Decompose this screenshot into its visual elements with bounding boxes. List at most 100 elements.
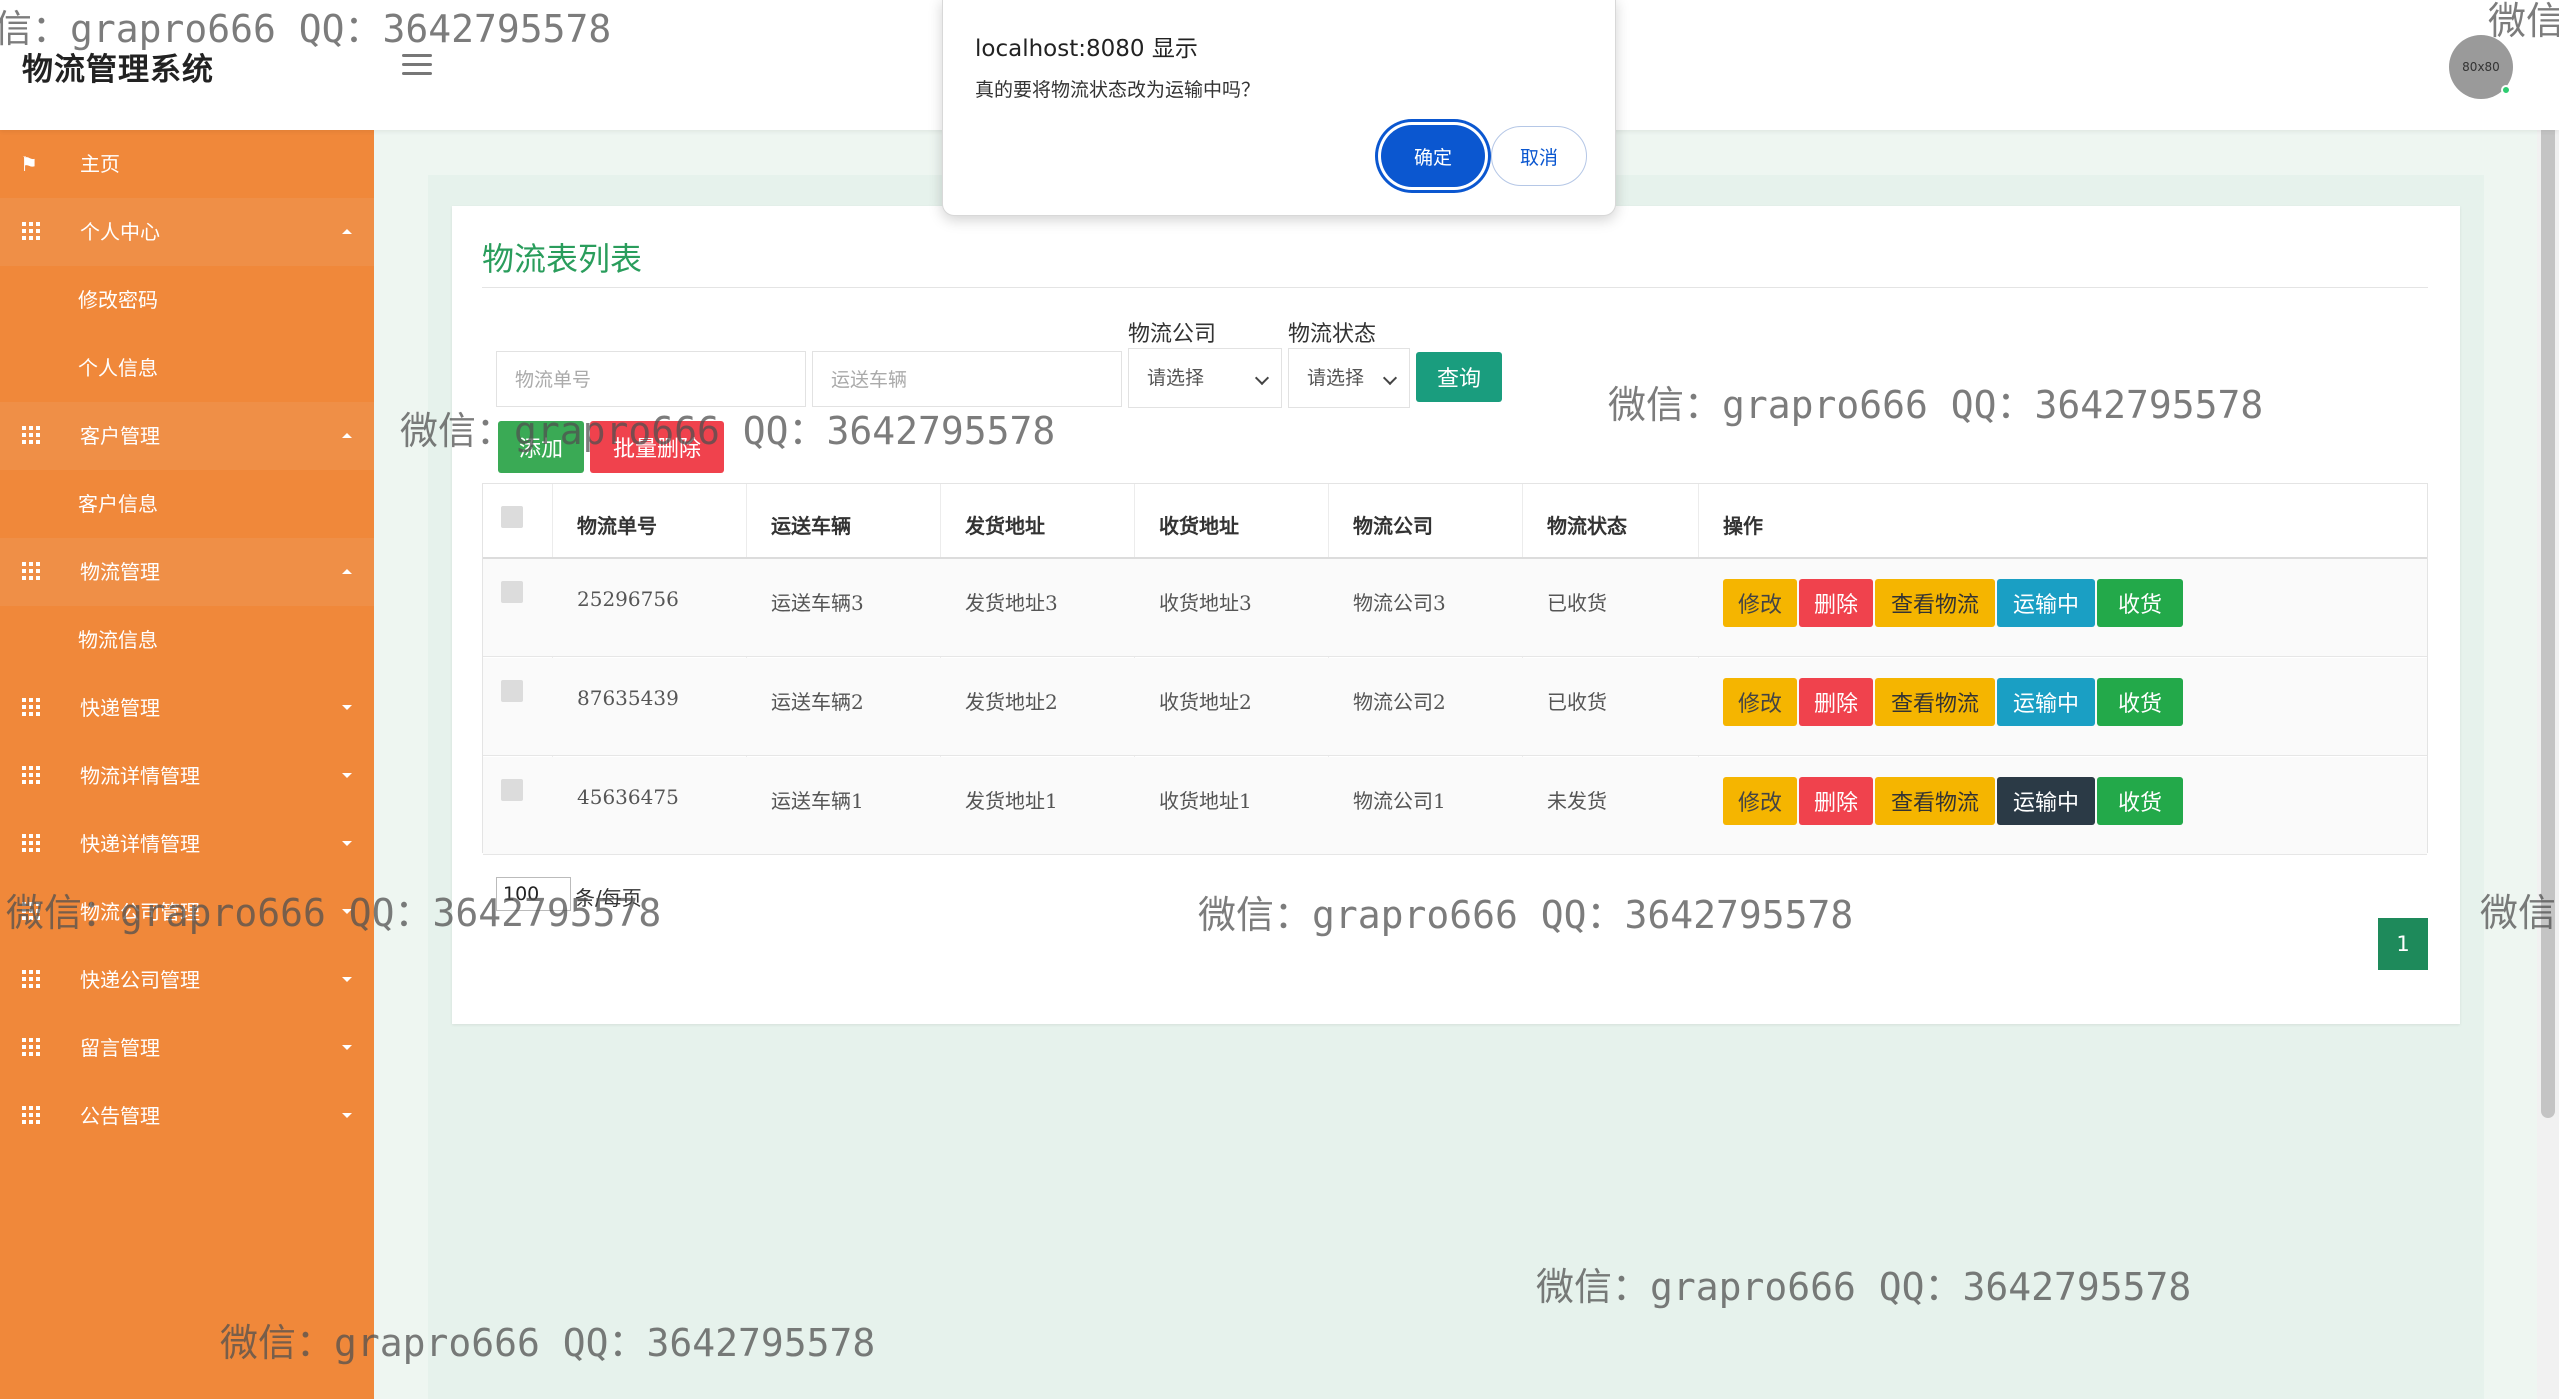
page-button-current[interactable]: 1 — [2378, 918, 2428, 970]
row-checkbox[interactable] — [501, 581, 523, 603]
column-header-order-no[interactable]: 物流单号 — [577, 510, 657, 539]
cell-to-address: 收货地址2 — [1159, 690, 1252, 714]
select-all-checkbox[interactable] — [501, 506, 523, 528]
sidebar-group-logistics-company[interactable]: 物流公司管理 — [0, 878, 374, 946]
sidebar-group-logistics[interactable]: 物流管理 — [0, 538, 374, 606]
view-logistics-button[interactable]: 查看物流 — [1875, 777, 1995, 825]
cell-status: 已收货 — [1547, 690, 1607, 714]
sidebar-group-logistics-detail[interactable]: 物流详情管理 — [0, 742, 374, 810]
sidebar-item-label: 客户管理 — [80, 424, 160, 448]
menu-toggle-icon[interactable] — [402, 54, 432, 76]
table-row: 45636475 运送车辆1 发货地址1 收货地址1 物流公司1 未发货 修改 … — [483, 757, 2427, 855]
caret-down-icon — [342, 841, 352, 846]
edit-button[interactable]: 修改 — [1723, 678, 1797, 726]
grid-icon — [22, 562, 40, 580]
row-checkbox[interactable] — [501, 779, 523, 801]
sidebar-item-label: 物流公司管理 — [80, 900, 200, 924]
caret-down-icon — [342, 705, 352, 710]
receive-button[interactable]: 收货 — [2097, 777, 2183, 825]
sidebar-group-express-company[interactable]: 快递公司管理 — [0, 946, 374, 1014]
company-select[interactable]: 请选择 — [1128, 348, 1282, 408]
grid-icon — [22, 902, 40, 920]
delete-button[interactable]: 删除 — [1799, 777, 1873, 825]
cell-from-address: 发货地址2 — [965, 690, 1058, 714]
cell-company: 物流公司3 — [1353, 591, 1446, 615]
dialog-cancel-button[interactable]: 取消 — [1491, 126, 1587, 186]
sidebar-group-express-detail[interactable]: 快递详情管理 — [0, 810, 374, 878]
column-header-status[interactable]: 物流状态 — [1547, 510, 1627, 539]
in-transit-button[interactable]: 运输中 — [1997, 678, 2095, 726]
receive-button[interactable]: 收货 — [2097, 678, 2183, 726]
order-no-search-input[interactable]: 物流单号 — [496, 351, 806, 407]
sidebar-item-label: 快递公司管理 — [80, 968, 200, 992]
sidebar-item-personal-info[interactable]: 个人信息 — [0, 334, 374, 402]
cell-company: 物流公司1 — [1353, 789, 1446, 813]
sidebar-item-label: 快递详情管理 — [80, 832, 200, 856]
caret-down-icon — [342, 1113, 352, 1118]
sidebar-item-label: 个人中心 — [80, 220, 160, 244]
row-checkbox[interactable] — [501, 680, 523, 702]
company-filter-label: 物流公司 — [1128, 322, 1217, 347]
grid-icon — [22, 834, 40, 852]
sidebar-group-personal-center[interactable]: 个人中心 — [0, 198, 374, 266]
cell-order-no: 87635439 — [577, 686, 679, 710]
column-header-to-address[interactable]: 收货地址 — [1159, 510, 1239, 539]
delete-button[interactable]: 删除 — [1799, 579, 1873, 627]
page-size-select[interactable]: 100 — [496, 877, 571, 911]
query-button[interactable]: 查询 — [1416, 352, 1502, 402]
caret-down-icon — [342, 773, 352, 778]
table-row: 87635439 运送车辆2 发货地址2 收货地址2 物流公司2 已收货 修改 … — [483, 658, 2427, 756]
status-select[interactable]: 请选择 — [1288, 348, 1410, 408]
bulk-delete-button[interactable]: 批量删除 — [590, 421, 724, 473]
app-brand: 物流管理系统 — [22, 52, 214, 88]
sidebar-item-label: 公告管理 — [80, 1104, 160, 1128]
sidebar-group-announcements[interactable]: 公告管理 — [0, 1082, 374, 1150]
column-header-vehicle[interactable]: 运送车辆 — [771, 510, 851, 539]
cell-order-no: 45636475 — [577, 785, 679, 809]
page-title: 物流表列表 — [482, 240, 643, 278]
caret-down-icon — [342, 909, 352, 914]
in-transit-button[interactable]: 运输中 — [1997, 579, 2095, 627]
add-button[interactable]: 添加 — [498, 421, 584, 473]
sidebar-item-label: 客户信息 — [78, 492, 158, 516]
caret-up-icon — [342, 229, 352, 234]
delete-button[interactable]: 删除 — [1799, 678, 1873, 726]
scrollbar-thumb[interactable] — [2541, 8, 2555, 1118]
caret-up-icon — [342, 569, 352, 574]
grid-icon — [22, 222, 40, 240]
logistics-table: 物流单号 运送车辆 发货地址 收货地址 物流公司 物流状态 操作 2529675… — [482, 483, 2428, 855]
sidebar-item-label: 修改密码 — [78, 288, 158, 312]
sidebar-item-label: 主页 — [80, 152, 120, 176]
sidebar-group-messages[interactable]: 留言管理 — [0, 1014, 374, 1082]
grid-icon — [22, 766, 40, 784]
avatar[interactable]: 80x80 — [2449, 35, 2513, 99]
sidebar-item-label: 个人信息 — [78, 356, 158, 380]
edit-button[interactable]: 修改 — [1723, 777, 1797, 825]
status-filter-label: 物流状态 — [1288, 322, 1377, 347]
sidebar-item-change-password[interactable]: 修改密码 — [0, 266, 374, 334]
sidebar-item-logistics-info[interactable]: 物流信息 — [0, 606, 374, 674]
view-logistics-button[interactable]: 查看物流 — [1875, 678, 1995, 726]
cell-status: 未发货 — [1547, 789, 1607, 813]
dialog-ok-button[interactable]: 确定 — [1381, 125, 1485, 187]
sidebar-group-customer[interactable]: 客户管理 — [0, 402, 374, 470]
cell-vehicle: 运送车辆3 — [771, 591, 864, 615]
sidebar-item-home[interactable]: ⚑ 主页 — [0, 130, 374, 198]
page-scrollbar[interactable] — [2537, 0, 2559, 1399]
sidebar-group-express[interactable]: 快递管理 — [0, 674, 374, 742]
cell-to-address: 收货地址1 — [1159, 789, 1252, 813]
column-header-company[interactable]: 物流公司 — [1353, 510, 1433, 539]
cell-company: 物流公司2 — [1353, 690, 1446, 714]
column-header-actions: 操作 — [1723, 514, 1763, 538]
column-header-from-address[interactable]: 发货地址 — [965, 510, 1045, 539]
confirm-dialog: localhost:8080 显示 真的要将物流状态改为运输中吗？ 确定 取消 — [942, 0, 1616, 216]
in-transit-button[interactable]: 运输中 — [1997, 777, 2095, 825]
receive-button[interactable]: 收货 — [2097, 579, 2183, 627]
chevron-down-icon — [1382, 370, 1398, 386]
edit-button[interactable]: 修改 — [1723, 579, 1797, 627]
vehicle-search-input[interactable]: 运送车辆 — [812, 351, 1122, 407]
cell-vehicle: 运送车辆2 — [771, 690, 864, 714]
grid-icon — [22, 970, 40, 988]
sidebar-item-customer-info[interactable]: 客户信息 — [0, 470, 374, 538]
view-logistics-button[interactable]: 查看物流 — [1875, 579, 1995, 627]
